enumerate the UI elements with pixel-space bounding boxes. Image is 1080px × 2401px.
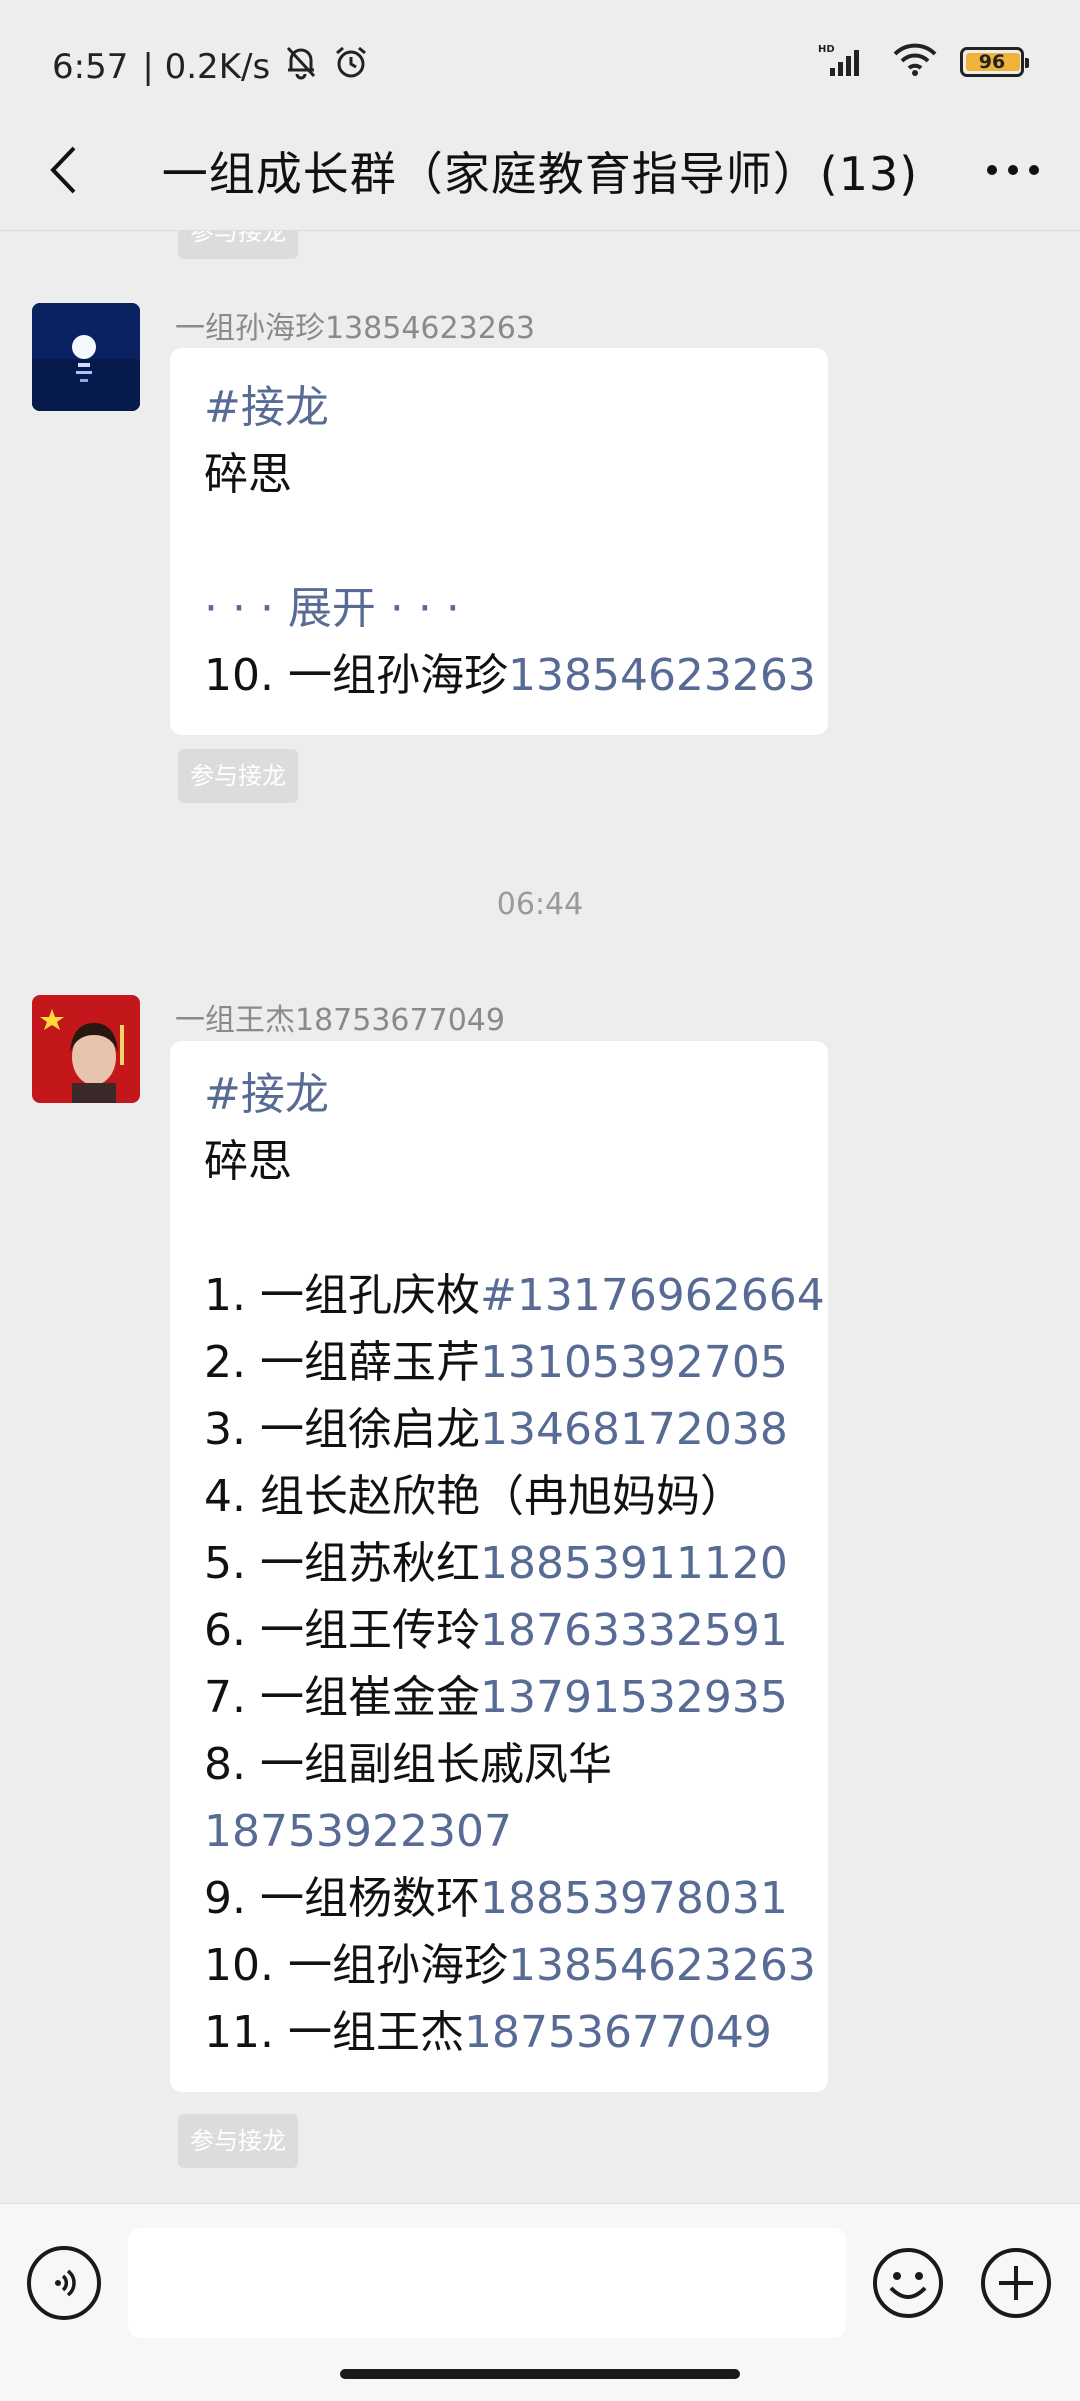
entry-text: 3. 一组徐启龙	[204, 1404, 480, 1455]
chat-messages[interactable]: 参与接龙 一组孙海珍13854623263 #接龙 碎思 · · · 展开 · …	[0, 231, 1080, 2201]
entry-text: 11. 一组王杰	[204, 2007, 464, 2058]
status-left: 6:57 | 0.2K/s	[52, 44, 370, 89]
wifi-icon	[892, 42, 938, 82]
entry-text: 8. 一组副组长戚凤华	[204, 1739, 612, 1790]
entry-text: 5. 一组苏秋红	[204, 1538, 480, 1589]
solitaire-subject: 碎思	[204, 449, 292, 500]
voice-input-button[interactable]	[27, 2246, 101, 2320]
solitaire-entry: 7. 一组崔金金13791532935	[204, 1664, 794, 1731]
entry-text: 10. 一组孙海珍	[204, 1940, 508, 1991]
status-time: 6:57	[52, 46, 129, 87]
status-right: HD 96	[818, 42, 1029, 82]
entry-text: 1. 一组孔庆枚	[204, 1270, 480, 1321]
solitaire-entry: 4. 组长赵欣艳（冉旭妈妈）	[204, 1463, 794, 1530]
phone-link[interactable]: 13854623263	[508, 1940, 816, 1991]
phone-link[interactable]: 18853911120	[480, 1538, 788, 1589]
entry-text: 9. 一组杨数环	[204, 1873, 480, 1924]
entry-text: 10. 一组孙海珍	[204, 650, 508, 701]
portrait-flag-avatar-image	[32, 995, 140, 1103]
sender-name: 一组孙海珍13854623263	[175, 311, 535, 346]
solitaire-entry: 5. 一组苏秋红18853911120	[204, 1530, 794, 1597]
phone-link[interactable]: #13176962664	[480, 1270, 825, 1321]
battery-icon: 96	[960, 47, 1029, 77]
solitaire-entry: 2. 一组薛玉芹13105392705	[204, 1329, 794, 1396]
message-bubble[interactable]: #接龙 碎思 1. 一组孔庆枚#13176962664 2. 一组薛玉芹1310…	[170, 1041, 828, 2092]
message-input[interactable]	[128, 2228, 846, 2338]
expand-link[interactable]: · · · 展开 · · ·	[204, 575, 794, 642]
time-divider: 06:44	[496, 887, 584, 922]
entry-text: 6. 一组王传玲	[204, 1605, 480, 1656]
solitaire-entry: 10. 一组孙海珍13854623263	[204, 642, 816, 709]
emoji-button[interactable]	[871, 2246, 945, 2320]
plus-icon	[981, 2248, 1051, 2318]
solitaire-entry: 8. 一组副组长戚凤华	[204, 1731, 794, 1798]
phone-link[interactable]: 13105392705	[480, 1337, 788, 1388]
phone-link[interactable]: 13468172038	[480, 1404, 788, 1455]
voice-icon	[55, 2269, 76, 2297]
moon-sea-avatar-image	[32, 303, 140, 411]
solitaire-entry: 3. 一组徐启龙13468172038	[204, 1396, 794, 1463]
home-indicator[interactable]	[340, 2369, 740, 2379]
join-solitaire-button[interactable]: 参与接龙	[178, 231, 298, 259]
solitaire-entry: 1. 一组孔庆枚#13176962664	[204, 1262, 825, 1329]
svg-text:HD: HD	[818, 44, 835, 55]
phone-link[interactable]: 18853978031	[480, 1873, 788, 1924]
entry-text: 7. 一组崔金金	[204, 1672, 480, 1723]
mute-notification-icon	[284, 44, 318, 89]
entry-text: 4. 组长赵欣艳（冉旭妈妈）	[204, 1471, 744, 1522]
message-bubble[interactable]: #接龙 碎思 · · · 展开 · · · 10. 一组孙海珍138546232…	[170, 348, 828, 735]
phone-link[interactable]: 13791532935	[480, 1672, 788, 1723]
network-speed: | 0.2K/s	[142, 46, 271, 87]
chat-header: 一组成长群（家庭教育指导师）(13)	[0, 110, 1080, 231]
phone-link[interactable]: 13854623263	[508, 650, 816, 701]
solitaire-entry: 11. 一组王杰18753677049	[204, 1999, 794, 2066]
solitaire-tag[interactable]: #接龙	[204, 374, 794, 441]
chat-title: 一组成长群（家庭教育指导师）(13)	[161, 147, 919, 201]
solitaire-entry: 18753922307	[204, 1798, 794, 1865]
solitaire-entry: 10. 一组孙海珍13854623263	[204, 1932, 816, 1999]
join-solitaire-button[interactable]: 参与接龙	[178, 2114, 298, 2168]
solitaire-tag[interactable]: #接龙	[204, 1061, 794, 1128]
battery-percent: 96	[978, 51, 1006, 73]
phone-link[interactable]: 18753677049	[464, 2007, 772, 2058]
entry-text: 2. 一组薛玉芹	[204, 1337, 480, 1388]
more-functions-button[interactable]	[979, 2246, 1053, 2320]
alarm-clock-icon	[332, 44, 370, 89]
avatar[interactable]	[32, 995, 140, 1103]
avatar[interactable]	[32, 303, 140, 411]
signal-icon: HD	[818, 42, 870, 82]
solitaire-entry: 9. 一组杨数环18853978031	[204, 1865, 794, 1932]
phone-link[interactable]: 18763332591	[480, 1605, 788, 1656]
more-dots-icon	[987, 165, 1039, 175]
solitaire-subject: 碎思	[204, 1136, 292, 1187]
phone-link[interactable]: 18753922307	[204, 1806, 512, 1857]
sender-name: 一组王杰18753677049	[175, 1003, 505, 1038]
solitaire-entry: 6. 一组王传玲18763332591	[204, 1597, 794, 1664]
emoji-icon	[873, 2248, 943, 2318]
more-options-button[interactable]	[968, 140, 1058, 200]
join-solitaire-button[interactable]: 参与接龙	[178, 749, 298, 803]
